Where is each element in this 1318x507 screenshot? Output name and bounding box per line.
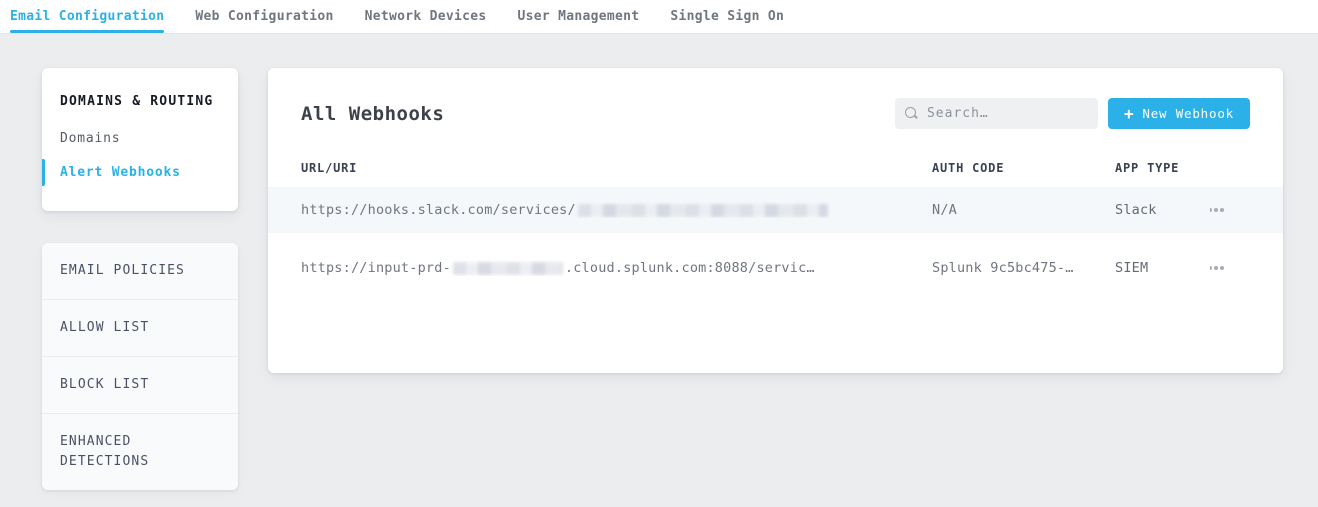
search-icon: [905, 107, 918, 120]
new-webhook-button[interactable]: + New Webhook: [1108, 98, 1250, 129]
webhooks-table-header: URL/URI AUTH CODE APP TYPE: [268, 155, 1283, 187]
sidebar: DOMAINS & ROUTING Domains Alert Webhooks…: [42, 68, 238, 490]
ellipsis-icon: [1214, 266, 1218, 270]
sidebar-item-alert-webhooks[interactable]: Alert Webhooks: [42, 159, 238, 186]
webhooks-table: URL/URI AUTH CODE APP TYPE https://hooks…: [268, 155, 1283, 291]
row-actions-menu-button[interactable]: [1210, 202, 1222, 218]
row-actions-menu-button[interactable]: [1210, 260, 1222, 276]
webhook-url-suffix: .cloud.splunk.com:8088/servic…: [565, 260, 815, 276]
webhook-url-prefix: https://hooks.slack.com/services/: [301, 202, 576, 218]
webhook-url-cell: https://input-prd- .cloud.splunk.com:808…: [301, 260, 932, 276]
domains-routing-card: DOMAINS & ROUTING Domains Alert Webhooks: [42, 68, 238, 211]
tab-web-configuration[interactable]: Web Configuration: [195, 0, 333, 33]
plus-icon: +: [1124, 106, 1134, 122]
sidebar-sections-card: EMAIL POLICIES ALLOW LIST BLOCK LIST ENH…: [42, 243, 238, 490]
webhook-auth-code: N/A: [932, 202, 1115, 218]
tab-single-sign-on[interactable]: Single Sign On: [670, 0, 784, 33]
column-header-app-type: APP TYPE: [1115, 161, 1210, 175]
webhooks-panel: All Webhooks + New Webhook URL/URI AUTH …: [268, 68, 1283, 373]
sidebar-item-allow-list[interactable]: ALLOW LIST: [42, 300, 238, 357]
webhook-actions-cell: [1210, 202, 1250, 218]
tab-network-devices[interactable]: Network Devices: [365, 0, 487, 33]
webhook-auth-code: Splunk 9c5bc475-…: [932, 260, 1115, 276]
webhook-app-type: SIEM: [1115, 260, 1210, 276]
top-tab-bar: Email Configuration Web Configuration Ne…: [0, 0, 1318, 34]
redacted-url-segment: [453, 262, 563, 275]
webhook-app-type: Slack: [1115, 202, 1210, 218]
tab-user-management[interactable]: User Management: [517, 0, 639, 33]
new-webhook-button-label: New Webhook: [1142, 106, 1234, 121]
webhook-actions-cell: [1210, 260, 1250, 276]
sidebar-item-domains[interactable]: Domains: [42, 125, 238, 152]
page-title: All Webhooks: [301, 103, 444, 125]
sidebar-item-email-policies[interactable]: EMAIL POLICIES: [42, 243, 238, 300]
redacted-url-segment: [578, 204, 828, 217]
ellipsis-icon: [1214, 208, 1218, 212]
page-body: DOMAINS & ROUTING Domains Alert Webhooks…: [0, 34, 1318, 490]
domains-routing-title: DOMAINS & ROUTING: [42, 94, 238, 109]
webhook-url-cell: https://hooks.slack.com/services/: [301, 202, 932, 218]
webhook-search[interactable]: [895, 98, 1098, 129]
sidebar-item-block-list[interactable]: BLOCK LIST: [42, 357, 238, 414]
column-header-url-uri: URL/URI: [301, 161, 932, 175]
table-row[interactable]: https://hooks.slack.com/services/ N/A Sl…: [268, 187, 1283, 233]
column-header-auth-code: AUTH CODE: [932, 161, 1115, 175]
sidebar-item-enhanced-detections[interactable]: ENHANCED DETECTIONS: [42, 414, 238, 490]
webhooks-panel-header: All Webhooks + New Webhook: [268, 68, 1283, 155]
search-input[interactable]: [927, 106, 1088, 121]
table-row[interactable]: https://input-prd- .cloud.splunk.com:808…: [268, 245, 1283, 291]
webhook-url-prefix: https://input-prd-: [301, 260, 451, 276]
tab-email-configuration[interactable]: Email Configuration: [10, 0, 164, 33]
